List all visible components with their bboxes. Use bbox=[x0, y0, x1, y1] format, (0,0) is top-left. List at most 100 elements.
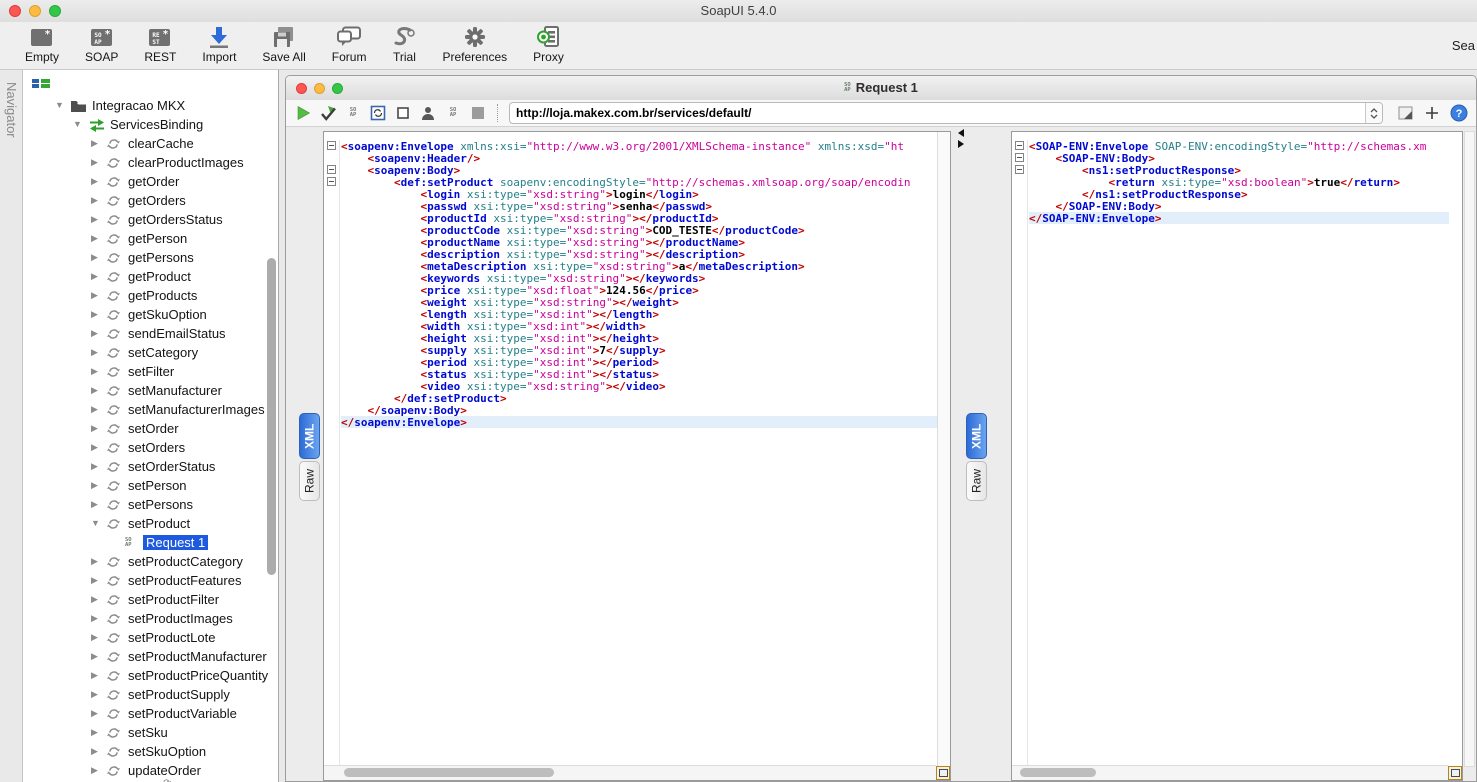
tree-item-setproductcategory[interactable]: ▶setProductCategory bbox=[23, 552, 278, 571]
rest-doc-button[interactable]: * RE STREST bbox=[131, 22, 189, 64]
expand-arrow-icon[interactable]: ▶ bbox=[91, 575, 101, 585]
tree-item-label[interactable]: getOrdersStatus bbox=[125, 212, 226, 227]
tree-item-integracao-mkx[interactable]: ▼Integracao MKX bbox=[23, 96, 278, 115]
expand-arrow-icon[interactable]: ▶ bbox=[91, 727, 101, 737]
tree-item-label[interactable]: setProductPriceQuantity bbox=[125, 668, 271, 683]
tree-item-getskuoption[interactable]: ▶getSkuOption bbox=[23, 305, 278, 324]
tree-item-label[interactable]: getProduct bbox=[125, 269, 194, 284]
request-vertical-scrollbar[interactable] bbox=[937, 132, 950, 766]
tree-item-label[interactable]: setProductSupply bbox=[125, 687, 233, 702]
tree-item-setmanufacturerimages[interactable]: ▶setManufacturerImages bbox=[23, 400, 278, 419]
add-tab-icon[interactable] bbox=[1423, 104, 1441, 122]
soap-doc-button[interactable]: * SO APSOAP bbox=[72, 22, 131, 64]
tree-item-clearcache[interactable]: ▶clearCache bbox=[23, 134, 278, 153]
endpoint-dropdown-stepper[interactable] bbox=[1365, 103, 1382, 123]
minimize-window-button[interactable] bbox=[29, 5, 41, 17]
tree-item-label[interactable]: setPerson bbox=[125, 478, 190, 493]
expand-arrow-icon[interactable]: ▶ bbox=[91, 461, 101, 471]
tree-item-label[interactable]: getPersons bbox=[125, 250, 197, 265]
tree-item-getordersstatus[interactable]: ▶ getOrdersStatus bbox=[23, 210, 278, 229]
tree-item-getorders[interactable]: ▶ getOrders bbox=[23, 191, 278, 210]
expand-arrow-icon[interactable]: ▶ bbox=[91, 499, 101, 509]
tree-item-setproductsupply[interactable]: ▶setProductSupply bbox=[23, 685, 278, 704]
tab-raw[interactable]: Raw bbox=[299, 461, 320, 501]
fold-collapse-icon[interactable] bbox=[327, 177, 336, 186]
run-play-icon[interactable] bbox=[294, 104, 312, 122]
collapse-right-icon[interactable] bbox=[958, 140, 964, 148]
expand-arrow-icon[interactable]: ▶ bbox=[91, 594, 101, 604]
split-view-icon[interactable] bbox=[1396, 104, 1414, 122]
request-zoom-button[interactable] bbox=[332, 83, 343, 94]
auth-person-icon[interactable] bbox=[419, 104, 437, 122]
tree-item-label[interactable]: setFilter bbox=[125, 364, 177, 379]
tree-item-label[interactable]: Request 1 bbox=[143, 535, 208, 550]
request-popup-editor-icon[interactable] bbox=[936, 766, 950, 780]
tree-item-label[interactable]: ServicesBinding bbox=[107, 117, 206, 132]
expand-arrow-icon[interactable]: ▶ bbox=[91, 138, 101, 148]
import-arrow-button[interactable]: Import bbox=[189, 22, 249, 64]
save-all-button[interactable]: Save All bbox=[249, 22, 318, 64]
tree-item-label[interactable]: setProductManufacturer bbox=[125, 649, 270, 664]
request-minimize-button[interactable] bbox=[314, 83, 325, 94]
tree-item-setcategory[interactable]: ▶setCategory bbox=[23, 343, 278, 362]
help-icon[interactable]: ? bbox=[1450, 104, 1468, 122]
tree-item-request-1[interactable]: SOAPRequest 1 bbox=[23, 533, 278, 552]
expand-arrow-icon[interactable]: ▶ bbox=[91, 556, 101, 566]
response-popup-editor-icon[interactable] bbox=[1448, 766, 1462, 780]
tree-item-label[interactable]: updateOrder bbox=[125, 763, 204, 778]
fold-collapse-icon[interactable] bbox=[1015, 153, 1024, 162]
tree-item-getpersons[interactable]: ▶ getPersons bbox=[23, 248, 278, 267]
close-window-button[interactable] bbox=[9, 5, 21, 17]
tree-item-label[interactable]: clearProductImages bbox=[125, 155, 247, 170]
expand-arrow-icon[interactable]: ▶ bbox=[91, 442, 101, 452]
navigator-scrollbar-thumb[interactable] bbox=[267, 258, 276, 575]
expand-arrow-icon[interactable]: ▶ bbox=[91, 480, 101, 490]
tree-item-setorders[interactable]: ▶setOrders bbox=[23, 438, 278, 457]
collapse-arrow-icon[interactable]: ▼ bbox=[55, 100, 65, 110]
expand-arrow-icon[interactable]: ▶ bbox=[91, 632, 101, 642]
tree-item-label[interactable]: getOrders bbox=[125, 193, 189, 208]
tree-item-sendemailstatus[interactable]: ▶sendEmailStatus bbox=[23, 324, 278, 343]
trial-swoosh-button[interactable]: Trial bbox=[379, 22, 429, 64]
tree-item-label[interactable]: setProductVariable bbox=[125, 706, 240, 721]
tree-item-label[interactable]: setOrderStatus bbox=[125, 459, 218, 474]
fold-collapse-icon[interactable] bbox=[327, 165, 336, 174]
tab-raw[interactable]: Raw bbox=[966, 461, 987, 501]
tab-xml[interactable]: XML bbox=[966, 413, 987, 459]
response-hscroll-thumb[interactable] bbox=[1020, 768, 1096, 777]
expand-arrow-icon[interactable]: ▶ bbox=[91, 708, 101, 718]
tree-item-setskuoption[interactable]: ▶ setSkuOption bbox=[23, 742, 278, 761]
tree-item-label[interactable]: setProductLote bbox=[125, 630, 218, 645]
soap-label-icon[interactable]: SOAP bbox=[444, 104, 462, 122]
tree-item-label[interactable]: setProductImages bbox=[125, 611, 236, 626]
tree-item-setproductpricequantity[interactable]: ▶setProductPriceQuantity bbox=[23, 666, 278, 685]
tree-item-label[interactable]: setSkuOption bbox=[125, 744, 209, 759]
raw-square-icon[interactable] bbox=[469, 104, 487, 122]
tree-item-setorderstatus[interactable]: ▶ setOrderStatus bbox=[23, 457, 278, 476]
tree-item-setorder[interactable]: ▶setOrder bbox=[23, 419, 278, 438]
expand-arrow-icon[interactable]: ▶ bbox=[91, 613, 101, 623]
expand-arrow-icon[interactable]: ▶ bbox=[91, 233, 101, 243]
submit-check-icon[interactable] bbox=[319, 104, 337, 122]
expand-arrow-icon[interactable]: ▶ bbox=[91, 271, 101, 281]
expand-arrow-icon[interactable]: ▶ bbox=[91, 746, 101, 756]
tree-item-setsku[interactable]: ▶setSku bbox=[23, 723, 278, 742]
tree-item-getperson[interactable]: ▶getPerson bbox=[23, 229, 278, 248]
panel-splitter[interactable] bbox=[958, 129, 964, 148]
expand-arrow-icon[interactable]: ▶ bbox=[91, 214, 101, 224]
cancel-square-icon[interactable] bbox=[394, 104, 412, 122]
expand-arrow-icon[interactable]: ▶ bbox=[91, 157, 101, 167]
tree-item-label[interactable]: getOrder bbox=[125, 174, 182, 189]
preferences-gear-button[interactable]: Preferences bbox=[429, 22, 520, 64]
response-xml-editor[interactable]: <SOAP-ENV:Envelope SOAP-ENV:encodingStyl… bbox=[1011, 131, 1463, 781]
proxy-doc-button[interactable]: Proxy bbox=[520, 22, 577, 64]
recreate-request-icon[interactable] bbox=[369, 104, 387, 122]
tree-item-setproductmanufacturer[interactable]: ▶setProductManufacturer bbox=[23, 647, 278, 666]
tree-item-label[interactable]: setProductFilter bbox=[125, 592, 222, 607]
expand-arrow-icon[interactable]: ▶ bbox=[91, 252, 101, 262]
response-xml-code[interactable]: <SOAP-ENV:Envelope SOAP-ENV:encodingStyl… bbox=[1029, 140, 1449, 766]
tree-item-label[interactable]: setCategory bbox=[125, 345, 201, 360]
expand-arrow-icon[interactable]: ▶ bbox=[91, 195, 101, 205]
tree-item-label[interactable]: setManufacturer bbox=[125, 383, 225, 398]
tree-item-label[interactable]: setManufacturerImages bbox=[125, 402, 268, 417]
